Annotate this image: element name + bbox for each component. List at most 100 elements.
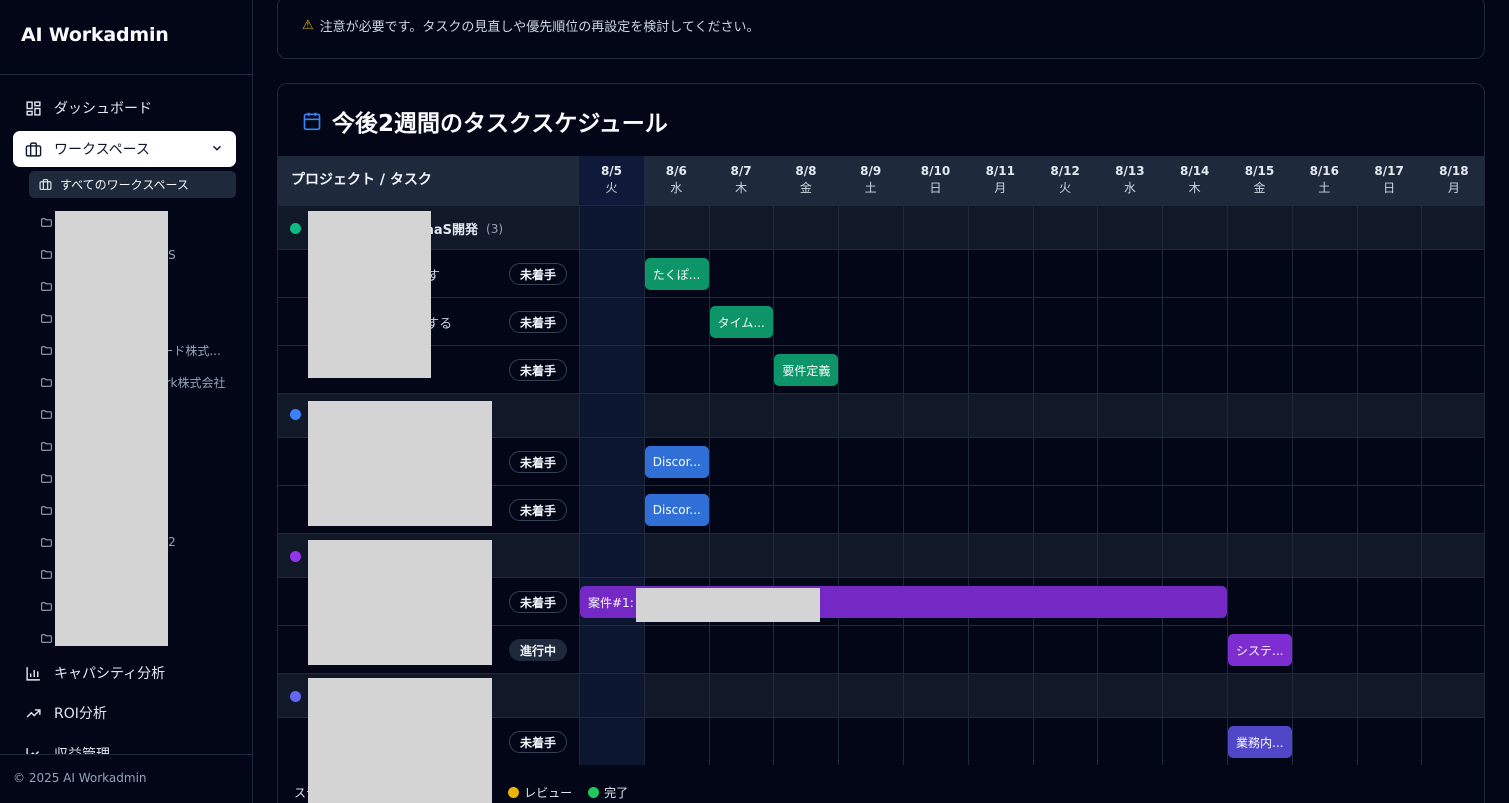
task-bar[interactable]: システ...: [1228, 634, 1292, 666]
grid-cell: [1162, 674, 1227, 717]
day-header: 8/10 日: [903, 156, 968, 205]
grid-cell: [1097, 674, 1162, 717]
grid-cell: [579, 626, 644, 673]
day-weekday: 火: [605, 181, 618, 195]
revenue-chart-icon: [24, 745, 42, 754]
nav-dashboard[interactable]: ダッシュボード: [13, 90, 236, 126]
legend-item: 完了: [588, 784, 628, 801]
grid-cell: [903, 250, 968, 297]
grid-cell: [1421, 250, 1484, 297]
legend-item: レビュー: [508, 784, 572, 801]
day-header: 8/9 土: [838, 156, 903, 205]
grid-cell: [1421, 298, 1484, 345]
grid-cell: [579, 718, 644, 765]
folder-icon: [40, 568, 53, 581]
day-weekday: 日: [1383, 181, 1396, 195]
day-date: 8/7: [730, 164, 752, 178]
folder-icon: [40, 312, 53, 325]
nav-workspace[interactable]: ワークスペース: [13, 131, 236, 167]
task-bar[interactable]: Discor...: [644, 494, 709, 526]
grid-cell: [1162, 250, 1227, 297]
grid-cell: [1162, 626, 1227, 673]
alert-card: ⚠ 注意が必要です。タスクの見直しや優先順位の再設定を検討してください。: [277, 0, 1485, 59]
folder-icon: [40, 344, 53, 357]
grid-cell: [903, 626, 968, 673]
grid-cell: [1291, 250, 1357, 297]
status-badge: 未着手: [509, 451, 568, 473]
grid-cell: [1356, 534, 1422, 577]
grid-cell: [903, 718, 968, 765]
task-bar[interactable]: 要件定義: [774, 354, 839, 386]
footer-divider: [0, 754, 252, 755]
legend-item-label: 完了: [604, 786, 629, 800]
grid-cell: [967, 486, 1033, 533]
grid-cell: [1032, 394, 1098, 437]
grid-cell: [838, 438, 903, 485]
grid-cell: [1291, 626, 1357, 673]
nav-revenue[interactable]: 収益管理: [13, 736, 236, 754]
grid-cell: [1162, 486, 1227, 533]
folder-icon: [40, 504, 53, 517]
nav-revenue-label: 収益管理: [54, 744, 110, 754]
day-header: 8/5 火: [579, 156, 644, 205]
day-header: 8/15 金: [1227, 156, 1292, 205]
day-header: 8/13 水: [1097, 156, 1162, 205]
project-row: マネタイズSDK+SaaS開発(3): [278, 205, 1484, 249]
grid-cell: [708, 394, 774, 437]
grid-cell: [1162, 718, 1227, 765]
nav-all-workspaces[interactable]: すべてのワークスペース: [29, 171, 236, 198]
grid-cell: [1227, 346, 1292, 393]
day-date: 8/18: [1439, 164, 1469, 178]
grid-cell: [708, 438, 774, 485]
grid-cell: [773, 250, 838, 297]
schedule-title-text: 今後2週間のタスクスケジュール: [332, 111, 668, 137]
grid-cell: [967, 674, 1033, 717]
alert-message: ⚠ 注意が必要です。タスクの見直しや優先順位の再設定を検討してください。: [302, 16, 759, 35]
grid-cell: [967, 298, 1033, 345]
grid-cell: [579, 534, 644, 577]
grid-cell: [643, 346, 709, 393]
grid-cell: [967, 346, 1033, 393]
grid-cell: [1162, 438, 1227, 485]
grid-cell: [1421, 346, 1484, 393]
grid-cell: [1421, 394, 1484, 437]
day-weekday: 土: [1318, 181, 1331, 195]
folder-icon: [40, 536, 53, 549]
legend-swatch: [588, 787, 600, 798]
nav-roi[interactable]: ROI分析: [13, 695, 236, 731]
day-date: 8/11: [985, 164, 1016, 178]
nav-dashboard-label: ダッシュボード: [54, 101, 152, 117]
grid-cell: [967, 438, 1033, 485]
task-bar[interactable]: Discor...: [644, 446, 709, 478]
legend-item-label: レビュー: [524, 786, 573, 800]
task-bar[interactable]: タイム...: [709, 306, 774, 338]
folder-icon: [40, 248, 53, 261]
project-color-dot: [290, 551, 301, 562]
day-date: 8/12: [1050, 164, 1080, 178]
grid-cell: [1356, 394, 1422, 437]
day-weekday: 月: [1447, 181, 1460, 195]
grid-cell: [1032, 674, 1098, 717]
task-bar[interactable]: 業務内...: [1228, 726, 1292, 758]
day-weekday: 金: [1253, 181, 1266, 195]
folder-icon: [40, 216, 53, 229]
grid-cell: [643, 718, 709, 765]
grid-cell: [708, 674, 774, 717]
grid-cell: [1097, 206, 1162, 249]
grid-cell: [1097, 346, 1162, 393]
grid-cell: [579, 250, 644, 297]
task-bar[interactable]: たくぽ...: [644, 258, 709, 290]
day-weekday: 月: [994, 181, 1007, 195]
grid-cell: [838, 674, 903, 717]
day-weekday: 水: [670, 181, 683, 195]
grid-cell: [967, 394, 1033, 437]
grid-cell: [838, 718, 903, 765]
nav-capacity[interactable]: キャパシティ分析: [13, 655, 236, 691]
grid-cell: [773, 626, 838, 673]
grid-cell: [579, 298, 644, 345]
grid-cell: [838, 250, 903, 297]
grid-cell: [579, 394, 644, 437]
grid-cell: [903, 674, 968, 717]
dashboard-grid-icon: [24, 99, 42, 117]
chevron-down-icon[interactable]: [210, 141, 224, 159]
